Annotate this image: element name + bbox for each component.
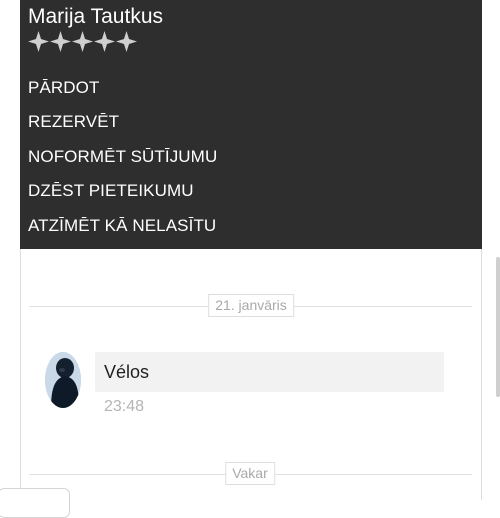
rating-star-icon xyxy=(50,31,71,52)
date-separator-badge: 21. janvāris xyxy=(208,294,294,317)
avatar[interactable] xyxy=(45,352,81,408)
menu-item-reserve[interactable]: REZERVĒT xyxy=(20,105,482,139)
action-menu: Marija Tautkus PĀRDOT REZERVĒT NOFORMĒT … xyxy=(20,0,482,249)
menu-item-mark-unread[interactable]: ATZĪMĒT KĀ NELASĪTU xyxy=(20,209,482,243)
menu-list: PĀRDOT REZERVĒT NOFORMĒT SŪTĪJUMU DZĒST … xyxy=(20,71,482,243)
message-timestamp: 23:48 xyxy=(104,398,145,415)
seller-name: Marija Tautkus xyxy=(28,5,164,28)
menu-item-arrange-shipment[interactable]: NOFORMĒT SŪTĪJUMU xyxy=(20,140,482,174)
menu-item-sell[interactable]: PĀRDOT xyxy=(20,71,482,105)
seller-rating xyxy=(28,31,137,52)
rating-star-icon xyxy=(94,31,115,52)
rating-star-icon xyxy=(72,31,93,52)
rating-star-icon xyxy=(116,31,137,52)
bottom-tab[interactable] xyxy=(0,488,70,518)
scrollbar[interactable] xyxy=(496,257,500,397)
date-separator-badge: Vakar xyxy=(225,462,275,485)
menu-item-delete-request[interactable]: DZĒST PIETEIKUMU xyxy=(20,174,482,208)
rating-star-icon xyxy=(28,31,49,52)
message-bubble[interactable]: Vélos xyxy=(95,352,444,392)
